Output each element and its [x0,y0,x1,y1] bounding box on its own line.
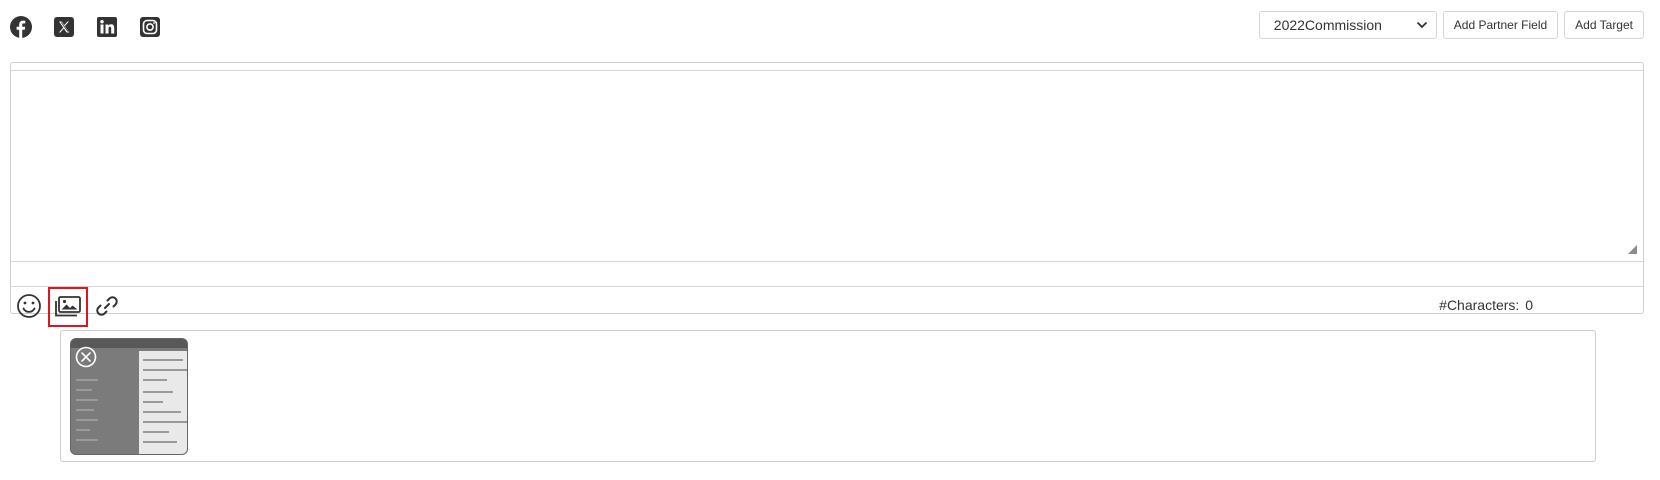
character-count-value: 0 [1525,297,1533,313]
attachments-panel [60,330,1596,462]
add-partner-field-button[interactable]: Add Partner Field [1442,11,1559,39]
commission-select-value: 2022Commission [1273,17,1382,33]
x-twitter-icon[interactable] [53,16,75,38]
facebook-icon[interactable] [10,16,32,38]
resize-handle-icon[interactable] [1628,245,1637,254]
instagram-icon[interactable] [139,16,161,38]
header-controls: 2022Commission Add Partner Field Add Tar… [1258,11,1644,39]
image-gallery-button[interactable] [48,287,88,327]
emoji-icon [17,294,41,318]
social-network-selector [10,16,161,38]
post-editor: #Characters: 0 [10,62,1644,327]
editor-toolbar-strip [11,63,1643,71]
image-gallery-icon [55,296,81,317]
post-text-area[interactable] [11,71,1643,262]
emoji-button[interactable] [14,291,44,321]
thumbnail-preview-menu [139,351,187,454]
character-count-label: #Characters: [1439,297,1520,313]
post-composer-page: 2022Commission Add Partner Field Add Tar… [0,0,1660,480]
commission-select[interactable]: 2022Commission [1258,11,1437,39]
editor-status-bar [11,262,1643,287]
chevron-down-icon [1416,21,1427,29]
link-icon [96,296,118,316]
linkedin-icon[interactable] [96,16,118,38]
link-button[interactable] [92,291,122,321]
character-count: #Characters: 0 [1439,297,1533,313]
attachment-thumbnail[interactable] [70,338,188,455]
add-target-button[interactable]: Add Target [1564,11,1644,39]
remove-attachment-icon[interactable] [75,346,97,368]
editor-tools [14,285,122,327]
